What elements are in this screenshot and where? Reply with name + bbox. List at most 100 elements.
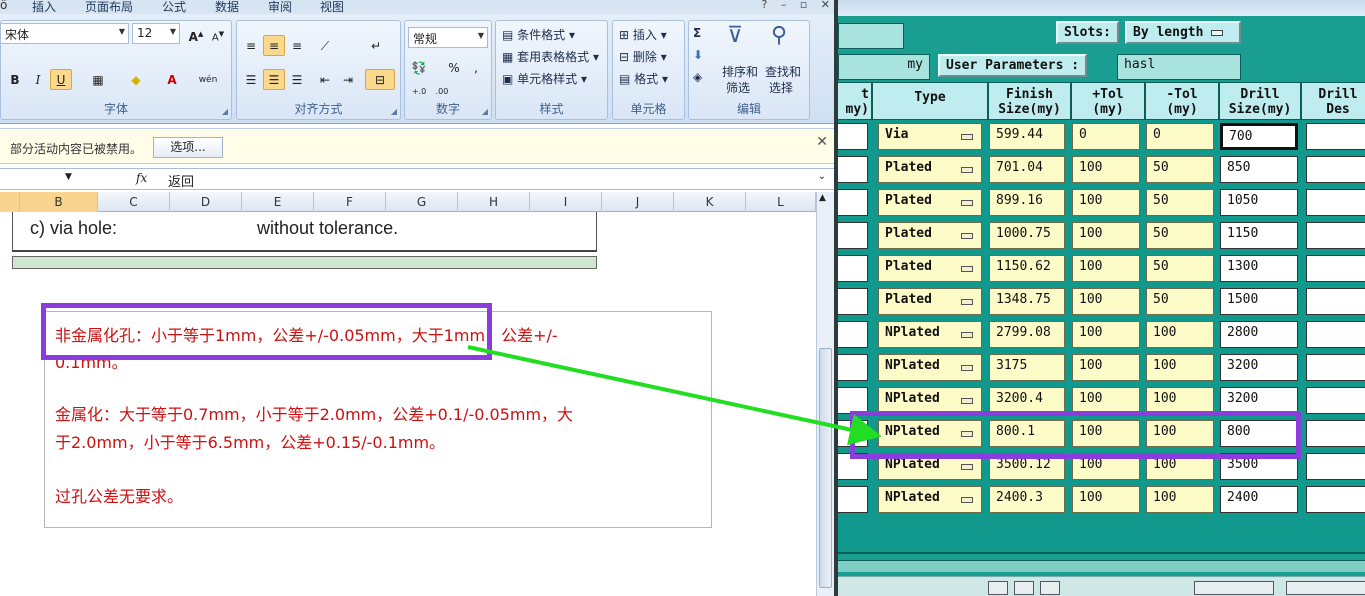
finish-size-cell[interactable]: 3175 [989, 354, 1065, 381]
drill-des-cell[interactable] [1306, 420, 1365, 447]
font-color-icon[interactable]: A [161, 69, 183, 90]
drill-des-cell[interactable] [1306, 255, 1365, 282]
row-index-cell[interactable] [838, 189, 868, 216]
drill-size-cell[interactable]: 3200 [1220, 354, 1298, 381]
tab-page-layout[interactable]: 页面布局 [85, 0, 133, 15]
dropdown-button[interactable] [1194, 581, 1274, 595]
slots-dropdown[interactable]: By length [1125, 21, 1241, 44]
finish-size-cell[interactable]: 3200.4 [989, 387, 1065, 414]
drill-size-cell[interactable]: 2800 [1220, 321, 1298, 348]
fill-color-icon[interactable]: ◆ [125, 69, 147, 90]
minus-tol-cell[interactable]: 50 [1146, 156, 1214, 183]
finish-size-cell[interactable]: 1000.75 [989, 222, 1065, 249]
action-button[interactable] [1286, 581, 1365, 595]
drill-des-cell[interactable] [1306, 222, 1365, 249]
column-header[interactable]: C [98, 192, 170, 212]
font-name-combo[interactable]: 宋体 ▼ [1, 23, 129, 44]
drill-size-cell[interactable]: 850 [1220, 156, 1298, 183]
minus-tol-cell[interactable]: 50 [1146, 288, 1214, 315]
minus-tol-cell[interactable]: 50 [1146, 255, 1214, 282]
fill-icon[interactable]: ⬇ [693, 48, 703, 62]
row-index-cell[interactable] [838, 354, 868, 381]
minus-tol-cell[interactable]: 100 [1146, 354, 1214, 381]
minus-tol-cell[interactable]: 100 [1146, 321, 1214, 348]
clear-icon[interactable]: ◈ [693, 70, 702, 84]
expand-formula-icon[interactable]: ⌄ [818, 171, 826, 182]
chevron-down-icon[interactable]: ▼ [119, 27, 125, 36]
drill-size-cell[interactable]: 2400 [1220, 486, 1298, 513]
options-button[interactable]: 选项... [153, 137, 223, 158]
fx-icon[interactable]: fx [136, 171, 147, 185]
align-left-icon[interactable]: ☰ [240, 69, 262, 90]
formula-input[interactable]: 返回 [168, 171, 194, 190]
drill-size-cell[interactable]: 1500 [1220, 288, 1298, 315]
type-dropdown[interactable]: Via [878, 123, 982, 150]
minus-tol-cell[interactable]: 0 [1146, 123, 1214, 150]
column-header[interactable]: E [242, 192, 314, 212]
column-header[interactable]: F [314, 192, 386, 212]
type-dropdown[interactable]: NPlated [878, 387, 982, 414]
insert-button[interactable]: ⊞ 插入 ▾ [619, 26, 667, 43]
align-top-icon[interactable]: ≡ [240, 35, 262, 56]
help-icon[interactable]: ? [761, 0, 767, 11]
dialog-launcher-icon[interactable]: ◢ [222, 107, 228, 116]
finish-size-cell[interactable]: 2799.08 [989, 321, 1065, 348]
align-center-icon[interactable]: ☰ [263, 69, 285, 90]
cam-horizontal-scrollbar[interactable] [838, 560, 1365, 572]
align-bottom-icon[interactable]: ≡ [286, 35, 308, 56]
drill-des-cell[interactable] [1306, 354, 1365, 381]
plus-tol-cell[interactable]: 100 [1072, 387, 1140, 414]
format-button[interactable]: ▤ 格式 ▾ [619, 70, 668, 87]
tool-icon[interactable] [988, 581, 1008, 595]
cell-styles-button[interactable]: ▣ 单元格样式 ▾ [502, 70, 587, 87]
drill-size-cell[interactable]: 1150 [1220, 222, 1298, 249]
increase-indent-icon[interactable]: ⇥ [337, 69, 359, 90]
column-header[interactable]: L [746, 192, 816, 212]
find-select-label-2[interactable]: 选择 [769, 79, 793, 96]
close-icon[interactable]: ✕ [816, 134, 828, 150]
column-header[interactable]: B [20, 192, 98, 212]
currency-icon[interactable]: 💱 [408, 57, 430, 78]
drill-size-cell[interactable]: 1050 [1220, 189, 1298, 216]
drill-des-cell[interactable] [1306, 156, 1365, 183]
type-dropdown[interactable]: Plated [878, 255, 982, 282]
type-dropdown[interactable]: Plated [878, 288, 982, 315]
shrink-font-icon[interactable]: A▼ [207, 23, 229, 44]
close-icon[interactable]: ✕ [821, 0, 830, 11]
drill-size-cell[interactable]: 700 [1220, 123, 1298, 150]
comma-button[interactable]: , [465, 57, 487, 78]
chevron-down-icon[interactable]: ▼ [478, 31, 484, 40]
chevron-down-icon[interactable]: ▼ [65, 172, 72, 182]
finish-field[interactable]: hasl [1117, 54, 1241, 80]
column-header[interactable]: I [530, 192, 602, 212]
type-dropdown[interactable]: NPlated [878, 321, 982, 348]
plus-tol-cell[interactable]: 100 [1072, 156, 1140, 183]
decrease-decimal-icon[interactable]: .00 [431, 81, 453, 102]
plus-tol-cell[interactable]: 100 [1072, 255, 1140, 282]
finish-size-cell[interactable]: 899.16 [989, 189, 1065, 216]
tab-review[interactable]: 审阅 [268, 0, 292, 15]
row-index-cell[interactable] [838, 123, 868, 150]
sort-filter-icon[interactable]: ⊽ [727, 23, 743, 48]
plus-tol-cell[interactable]: 100 [1072, 189, 1140, 216]
row-index-cell[interactable] [838, 156, 868, 183]
minus-tol-cell[interactable]: 100 [1146, 387, 1214, 414]
find-select-label-1[interactable]: 查找和 [765, 63, 801, 80]
tab-partial[interactable]: ö [0, 0, 7, 12]
font-size-combo[interactable]: 12 ▼ [132, 23, 180, 44]
type-dropdown[interactable]: Plated [878, 156, 982, 183]
autosum-button[interactable]: Σ [693, 26, 701, 40]
wrap-text-icon[interactable]: ↵ [365, 35, 387, 56]
column-header[interactable]: J [602, 192, 674, 212]
drill-des-cell[interactable] [1306, 453, 1365, 480]
percent-button[interactable]: % [443, 57, 465, 78]
column-header[interactable]: G [386, 192, 458, 212]
tab-formulas[interactable]: 公式 [162, 0, 186, 15]
type-dropdown[interactable]: NPlated [878, 486, 982, 513]
restore-icon[interactable]: ▫ [800, 0, 807, 11]
cancel-icon[interactable] [1040, 581, 1060, 595]
tab-insert[interactable]: 插入 [32, 0, 56, 15]
row-index-cell[interactable] [838, 486, 868, 513]
phonetic-icon[interactable]: wén [197, 69, 219, 90]
bold-icon[interactable]: B [4, 69, 26, 90]
